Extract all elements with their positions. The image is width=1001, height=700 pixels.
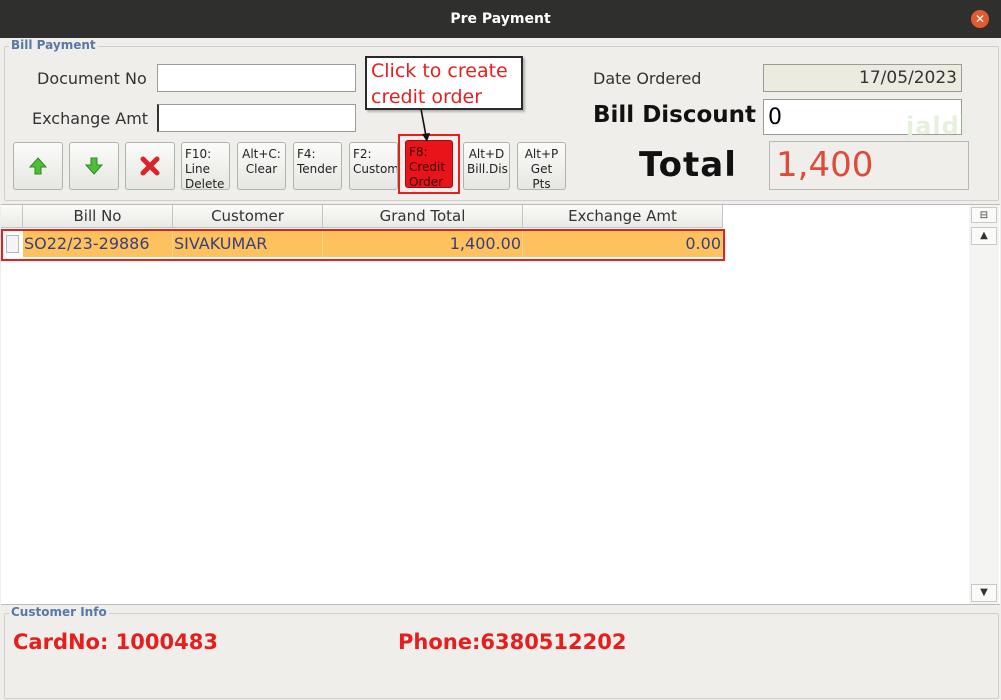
total-value: 1,400 [776,145,874,185]
document-no-input[interactable] [157,64,356,92]
customer-button[interactable]: F2: Customer [349,142,398,190]
triangle-up-icon: ▲ [980,230,988,241]
scroll-up-button[interactable]: ▲ [971,227,997,245]
column-header-exchange-amt[interactable]: Exchange Amt [523,205,723,228]
column-chooser-icon: ⊟ [979,210,989,221]
row-header-corner [1,205,23,228]
tender-button[interactable]: F4: Tender [293,142,342,190]
date-ordered-field: 17/05/2023 [763,64,962,92]
credit-order-callout: Click to create credit order [365,56,523,110]
window-title: Pre Payment [450,11,551,27]
credit-order-button[interactable]: F8: Credit Order [405,140,453,188]
callout-text: Click to create credit order [371,60,508,108]
total-label: Total [639,145,737,185]
customer-info-group: Customer Info [4,605,999,699]
phone-text: Phone:6380512202 [398,630,627,654]
card-no-text: CardNo: 1000483 [13,630,218,654]
clear-button[interactable]: Alt+C: Clear [237,142,286,190]
close-button[interactable]: ✕ [971,10,989,28]
bill-discount-button[interactable]: Alt+D Bill.Dis [463,142,510,190]
date-ordered-value: 17/05/2023 [859,68,957,88]
bill-discount-label: Bill Discount [593,102,757,128]
exchange-amt-input[interactable] [157,104,356,132]
watermark-text: jaldi [906,112,970,140]
customer-info-label: Customer Info [9,605,109,619]
jaldi-watermark: jaldi [906,112,969,140]
arrow-down-icon [84,157,104,175]
line-delete-button[interactable]: F10: Line Delete [181,142,230,190]
remove-button[interactable] [125,142,175,190]
bills-table: Bill No Customer Grand Total Exchange Am… [1,204,1000,605]
red-x-icon [140,156,160,176]
date-ordered-label: Date Ordered [593,69,702,88]
title-bar: Pre Payment ✕ [0,0,1001,38]
document-no-label: Document No [37,69,147,88]
get-points-button[interactable]: Alt+P Get Pts [517,142,566,190]
column-header-bill-no[interactable]: Bill No [23,205,173,228]
move-down-button[interactable] [69,142,119,190]
scroll-down-button[interactable]: ▼ [971,584,997,602]
column-header-customer[interactable]: Customer [173,205,323,228]
move-up-button[interactable] [13,142,63,190]
triangle-down-icon: ▼ [980,587,988,598]
callout-arrow-icon [420,108,430,142]
exchange-amt-label: Exchange Amt [32,109,149,128]
close-icon: ✕ [974,12,986,26]
column-header-grand-total[interactable]: Grand Total [323,205,523,228]
vertical-scrollbar[interactable]: ⊟ ▲ ▼ [969,205,999,604]
total-display: 1,400 [769,141,969,190]
row-highlight-box [1,229,725,261]
arrow-up-icon [28,157,48,175]
bill-payment-label: Bill Payment [9,38,98,52]
column-chooser-button[interactable]: ⊟ [971,207,997,223]
